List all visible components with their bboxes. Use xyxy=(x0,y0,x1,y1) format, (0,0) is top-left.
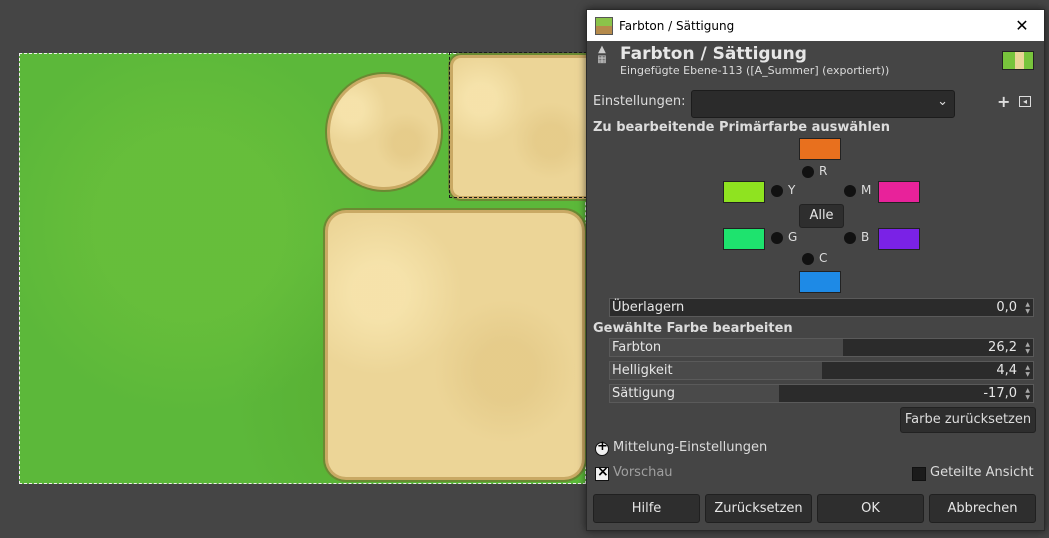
presets-dropdown[interactable]: ⌄ xyxy=(691,90,955,118)
lightness-slider[interactable]: Helligkeit 4,4 ▲ ▼ xyxy=(609,361,1034,380)
dialog-titlebar[interactable]: Farbton / Sättigung ✕ xyxy=(587,10,1044,41)
label-yellow: Y xyxy=(788,183,796,197)
hue-saturation-icon: ▲ ▦ xyxy=(597,44,607,65)
window-title: Farbton / Sättigung xyxy=(619,18,735,33)
image-canvas[interactable] xyxy=(0,0,587,538)
edit-color-section-title: Gewählte Farbe bearbeiten xyxy=(593,321,793,336)
swatch-cyan xyxy=(799,271,841,293)
split-view-label[interactable]: Geteilte Ansicht xyxy=(930,465,1034,480)
radio-yellow[interactable] xyxy=(771,185,783,197)
expand-averaging-icon[interactable] xyxy=(595,439,609,456)
app-icon xyxy=(595,16,613,35)
overlap-value: 0,0 xyxy=(996,300,1017,315)
all-colors-button[interactable]: Alle xyxy=(799,204,844,228)
preview-checkbox[interactable] xyxy=(595,464,609,481)
lightness-label: Helligkeit xyxy=(612,363,673,378)
spin-arrows-icon[interactable]: ▲ ▼ xyxy=(1025,341,1030,355)
grass-layer[interactable] xyxy=(19,53,586,484)
radio-green[interactable] xyxy=(771,232,783,244)
split-view-checkbox[interactable] xyxy=(912,467,926,481)
help-button[interactable]: Hilfe xyxy=(593,494,700,523)
close-icon[interactable]: ✕ xyxy=(1000,16,1044,35)
overlap-slider[interactable]: Überlagern 0,0 ▲ ▼ xyxy=(609,298,1034,317)
label-green: G xyxy=(788,230,798,244)
chevron-down-icon: ⌄ xyxy=(937,94,948,109)
swatch-magenta xyxy=(878,181,920,203)
dialog-heading: Farbton / Sättigung xyxy=(620,44,807,64)
preview-label[interactable]: Vorschau xyxy=(613,465,673,480)
hue-label: Farbton xyxy=(612,340,662,355)
overlap-label: Überlagern xyxy=(612,300,685,315)
label-cyan: C xyxy=(819,251,828,265)
hue-saturation-dialog: Farbton / Sättigung ✕ ▲ ▦ Farbton / Sätti… xyxy=(586,9,1045,531)
spin-arrows-icon[interactable]: ▲ ▼ xyxy=(1025,364,1030,378)
radio-red[interactable] xyxy=(802,166,814,178)
presets-label: Einstellungen: xyxy=(593,94,686,109)
sand-circle-patch xyxy=(330,77,438,187)
label-magenta: M xyxy=(861,183,872,197)
primary-color-section-title: Zu bearbeitende Primärfarbe auswählen xyxy=(593,120,890,135)
layer-thumbnail xyxy=(1002,51,1034,70)
saturation-label: Sättigung xyxy=(612,386,676,401)
sand-square-patch-large xyxy=(328,213,582,477)
hue-slider[interactable]: Farbton 26,2 ▲ ▼ xyxy=(609,338,1034,357)
add-preset-icon[interactable]: + xyxy=(997,92,1010,111)
swatch-yellow xyxy=(723,181,765,203)
hue-value: 26,2 xyxy=(988,340,1017,355)
label-red: R xyxy=(819,164,828,178)
lightness-value: 4,4 xyxy=(996,363,1017,378)
swatch-green xyxy=(723,228,765,250)
reset-color-button[interactable]: Farbe zurücksetzen xyxy=(900,407,1036,433)
preset-menu-icon[interactable]: ◂ xyxy=(1019,96,1031,107)
dialog-header: ▲ ▦ Farbton / Sättigung Eingefügte Ebene-… xyxy=(587,41,1044,81)
saturation-slider[interactable]: Sättigung -17,0 ▲ ▼ xyxy=(609,384,1034,403)
label-blue: B xyxy=(861,230,870,244)
spin-arrows-icon[interactable]: ▲ ▼ xyxy=(1025,387,1030,401)
presets-row: Einstellungen: ⌄ + ◂ xyxy=(593,90,1038,118)
reset-button[interactable]: Zurücksetzen xyxy=(705,494,812,523)
saturation-value: -17,0 xyxy=(983,386,1017,401)
swatch-blue xyxy=(878,228,920,250)
swatch-red xyxy=(799,138,841,160)
sand-square-patch-small xyxy=(453,58,586,196)
spin-arrows-icon[interactable]: ▲ ▼ xyxy=(1025,301,1030,315)
layer-name: Eingefügte Ebene-113 ([A_Summer] (export… xyxy=(620,64,890,77)
radio-blue[interactable] xyxy=(844,232,856,244)
radio-magenta[interactable] xyxy=(844,185,856,197)
ok-button[interactable]: OK xyxy=(817,494,924,523)
averaging-settings-label[interactable]: Mittelung-Einstellungen xyxy=(613,440,767,455)
cancel-button[interactable]: Abbrechen xyxy=(929,494,1036,523)
radio-cyan[interactable] xyxy=(802,253,814,265)
